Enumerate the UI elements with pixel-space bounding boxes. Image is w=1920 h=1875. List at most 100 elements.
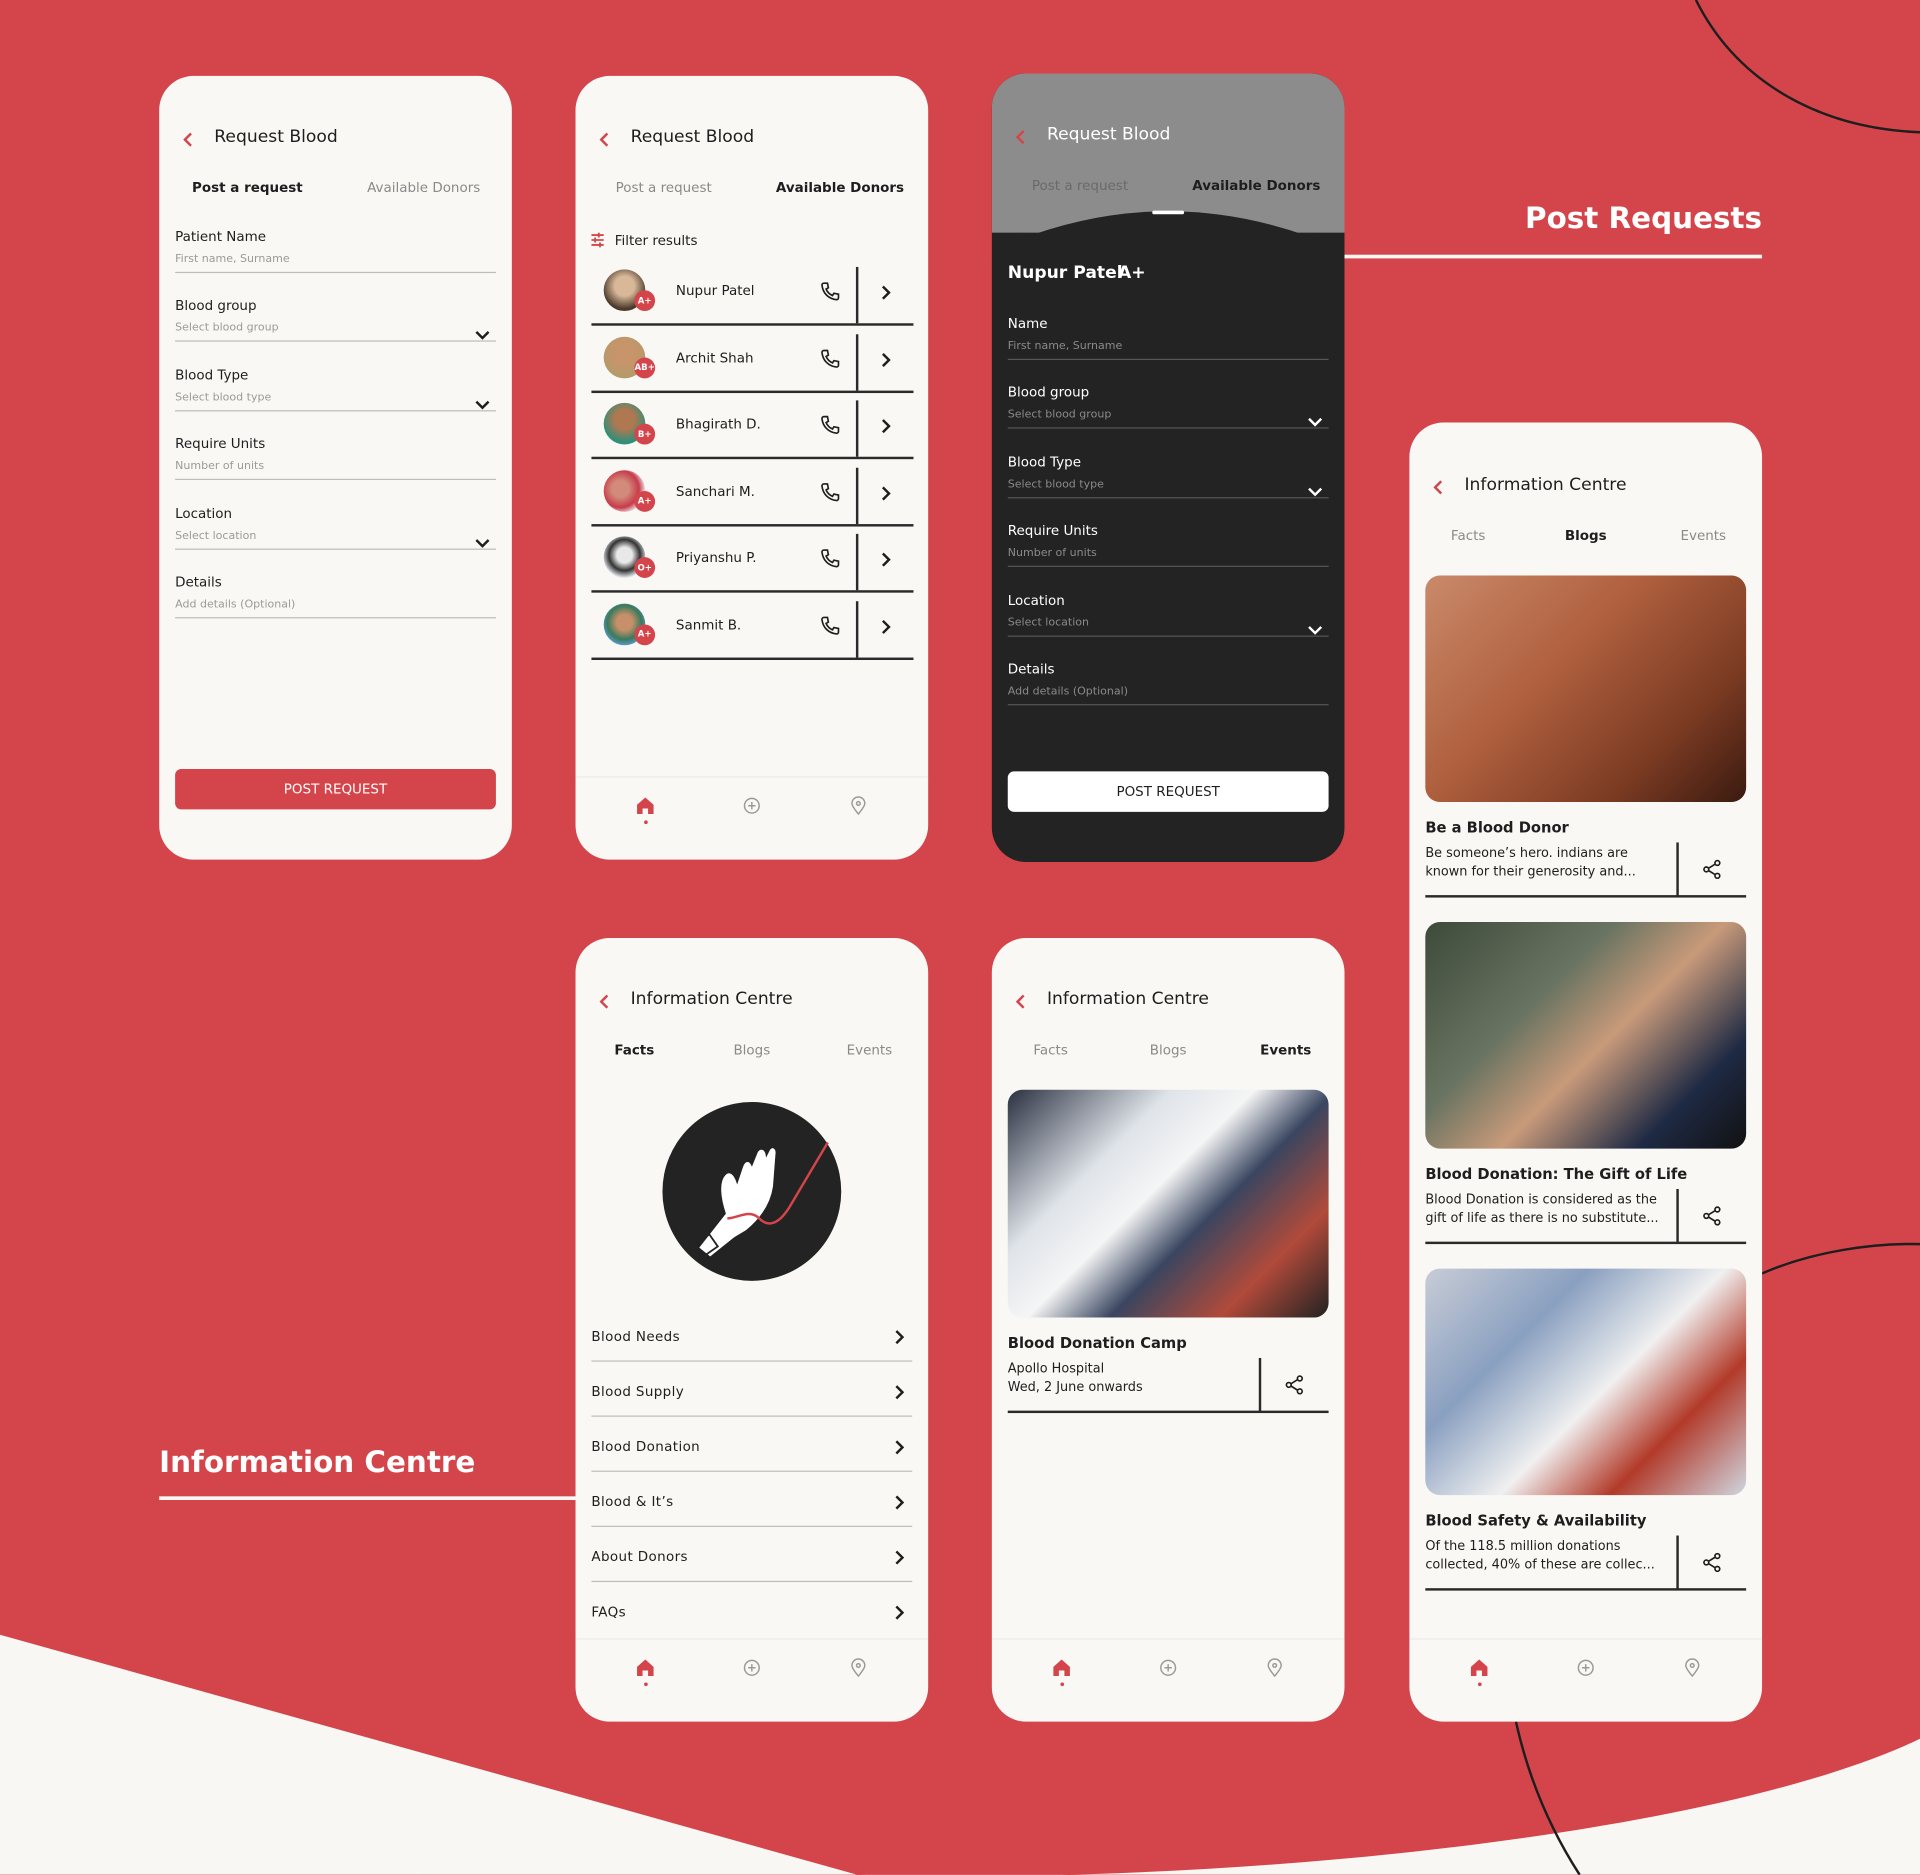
nav-location-button[interactable] [847,795,869,817]
facts-item-divider [591,1525,913,1527]
field-require-units[interactable]: Require Units Number of units [1007,523,1329,570]
nav-home-button[interactable] [634,1657,656,1679]
post-request-button[interactable]: POST REQUEST [175,768,496,810]
share-icon[interactable] [1283,1374,1305,1401]
nav-add-button[interactable] [741,795,763,817]
field-label: Blood Type [1007,454,1082,470]
back-chevron-icon[interactable] [1433,478,1445,501]
field-location[interactable]: Location Select location [175,505,496,552]
blog-photo[interactable] [1425,922,1747,1149]
field-label: Details [175,574,222,591]
field-patient-name[interactable]: Patient Name First name, Surname [175,229,496,276]
field-placeholder: Select location [1007,616,1090,629]
share-divider [1676,1535,1679,1590]
field-require-units[interactable]: Require Units Number of units [175,436,496,483]
chevron-right-icon[interactable] [880,550,891,573]
sheet-drag-handle[interactable] [1152,210,1185,215]
nav-add-button[interactable] [1157,1657,1179,1679]
back-chevron-icon[interactable] [1015,992,1027,1015]
nav-home-button[interactable] [1051,1657,1073,1679]
nav-location-button[interactable] [1681,1657,1703,1679]
donor-row[interactable]: A+ Sanchari M. [591,460,914,526]
request-blood-form-screen: Request Blood Post a request Available Don… [159,75,512,860]
share-icon[interactable] [1701,1551,1723,1578]
field-underline [1007,565,1329,568]
share-icon[interactable] [1701,1205,1723,1232]
tab-available-donors[interactable]: Available Donors [367,180,480,196]
call-button[interactable] [819,347,841,374]
tab-available-donors[interactable]: Available Donors [1192,178,1320,194]
tab-available-donors[interactable]: Available Donors [776,180,904,196]
tab-blogs[interactable]: Blogs [733,1042,770,1058]
field-blood-type[interactable]: Blood Type Select blood type [1007,454,1329,501]
field-details[interactable]: Details Add details (Optional) [1007,661,1329,708]
nav-home-button[interactable] [1468,1657,1490,1679]
blog-title[interactable]: Be a Blood Donor [1425,819,1568,836]
donor-row[interactable]: AB+ Archit Shah [591,326,914,393]
nav-add-button[interactable] [741,1657,763,1679]
field-name[interactable]: Name First name, Surname [1007,316,1329,363]
chevron-right-icon[interactable] [880,483,891,506]
facts-list-item[interactable]: Blood Supply [591,1378,913,1433]
tab-post-a-request[interactable]: Post a request [1032,178,1128,194]
field-blood-group[interactable]: Blood group Select blood group [1007,385,1329,432]
blog-photo[interactable] [1425,1268,1747,1496]
facts-list-item[interactable]: FAQs [591,1598,912,1653]
donor-row[interactable]: A+ Sanmit B. [591,593,914,660]
back-chevron-icon[interactable] [599,992,611,1015]
bottom-nav-divider [991,1638,1345,1640]
blog-photo[interactable] [1425,575,1747,803]
chevron-right-icon[interactable] [880,617,891,640]
blood-group-badge: A+ [634,623,656,645]
field-blood-group[interactable]: Blood group Select blood group [175,298,496,345]
nav-location-button[interactable] [1264,1657,1286,1679]
chevron-down-icon [474,530,491,553]
chevron-right-icon[interactable] [880,283,891,306]
back-chevron-icon[interactable] [1015,127,1027,150]
facts-list-item[interactable]: Blood & It’s [591,1488,913,1543]
back-chevron-icon[interactable] [182,130,194,153]
tab-post-a-request[interactable]: Post a request [616,180,712,196]
call-button[interactable] [819,547,841,574]
tab-events[interactable]: Events [1680,528,1726,544]
back-chevron-icon[interactable] [599,130,611,153]
tab-events[interactable]: Events [1260,1042,1311,1058]
nav-home-button[interactable] [634,795,656,817]
filter-results-button[interactable]: Filter results [590,229,697,252]
row-underline [591,656,914,660]
facts-list-item[interactable]: Blood Donation [591,1433,913,1488]
blog-title[interactable]: Blood Safety & Availability [1425,1512,1646,1529]
field-location[interactable]: Location Select location [1007,592,1329,639]
call-button[interactable] [819,481,841,508]
donor-row[interactable]: O+ Priyanshu P. [591,527,914,593]
blog-title[interactable]: Blood Donation: The Gift of Life [1425,1166,1687,1183]
field-placeholder: Select blood type [175,391,272,404]
call-button[interactable] [819,280,841,307]
facts-list-item[interactable]: About Donors [591,1543,913,1598]
nav-location-button[interactable] [847,1657,869,1679]
donor-name: Nupur Patel [675,282,755,299]
field-label: Blood group [175,298,257,314]
call-button[interactable] [819,614,841,641]
tab-facts[interactable]: Facts [1033,1042,1067,1058]
tab-facts[interactable]: Facts [1451,528,1485,544]
event-title[interactable]: Blood Donation Camp [1008,1335,1187,1352]
chevron-right-icon[interactable] [880,350,891,373]
field-details[interactable]: Details Add details (Optional) [175,574,496,621]
nav-add-button[interactable] [1575,1657,1597,1679]
share-icon[interactable] [1701,858,1723,885]
tab-blogs[interactable]: Blogs [1565,528,1607,544]
call-button[interactable] [819,414,841,441]
event-photo[interactable] [1007,1089,1329,1318]
donor-row[interactable]: B+ Bhagirath D. [591,393,914,460]
field-label: Require Units [175,436,266,453]
field-blood-type[interactable]: Blood Type Select blood type [175,367,496,414]
tab-events[interactable]: Events [847,1042,893,1058]
tab-facts[interactable]: Facts [614,1042,654,1058]
tab-post-a-request[interactable]: Post a request [192,180,303,196]
donor-row[interactable]: A+ Nupur Patel [591,260,914,326]
post-request-button[interactable]: POST REQUEST [1007,771,1329,812]
tab-blogs[interactable]: Blogs [1150,1042,1187,1058]
chevron-right-icon[interactable] [880,416,891,439]
facts-list-item[interactable]: Blood Needs [591,1322,913,1377]
